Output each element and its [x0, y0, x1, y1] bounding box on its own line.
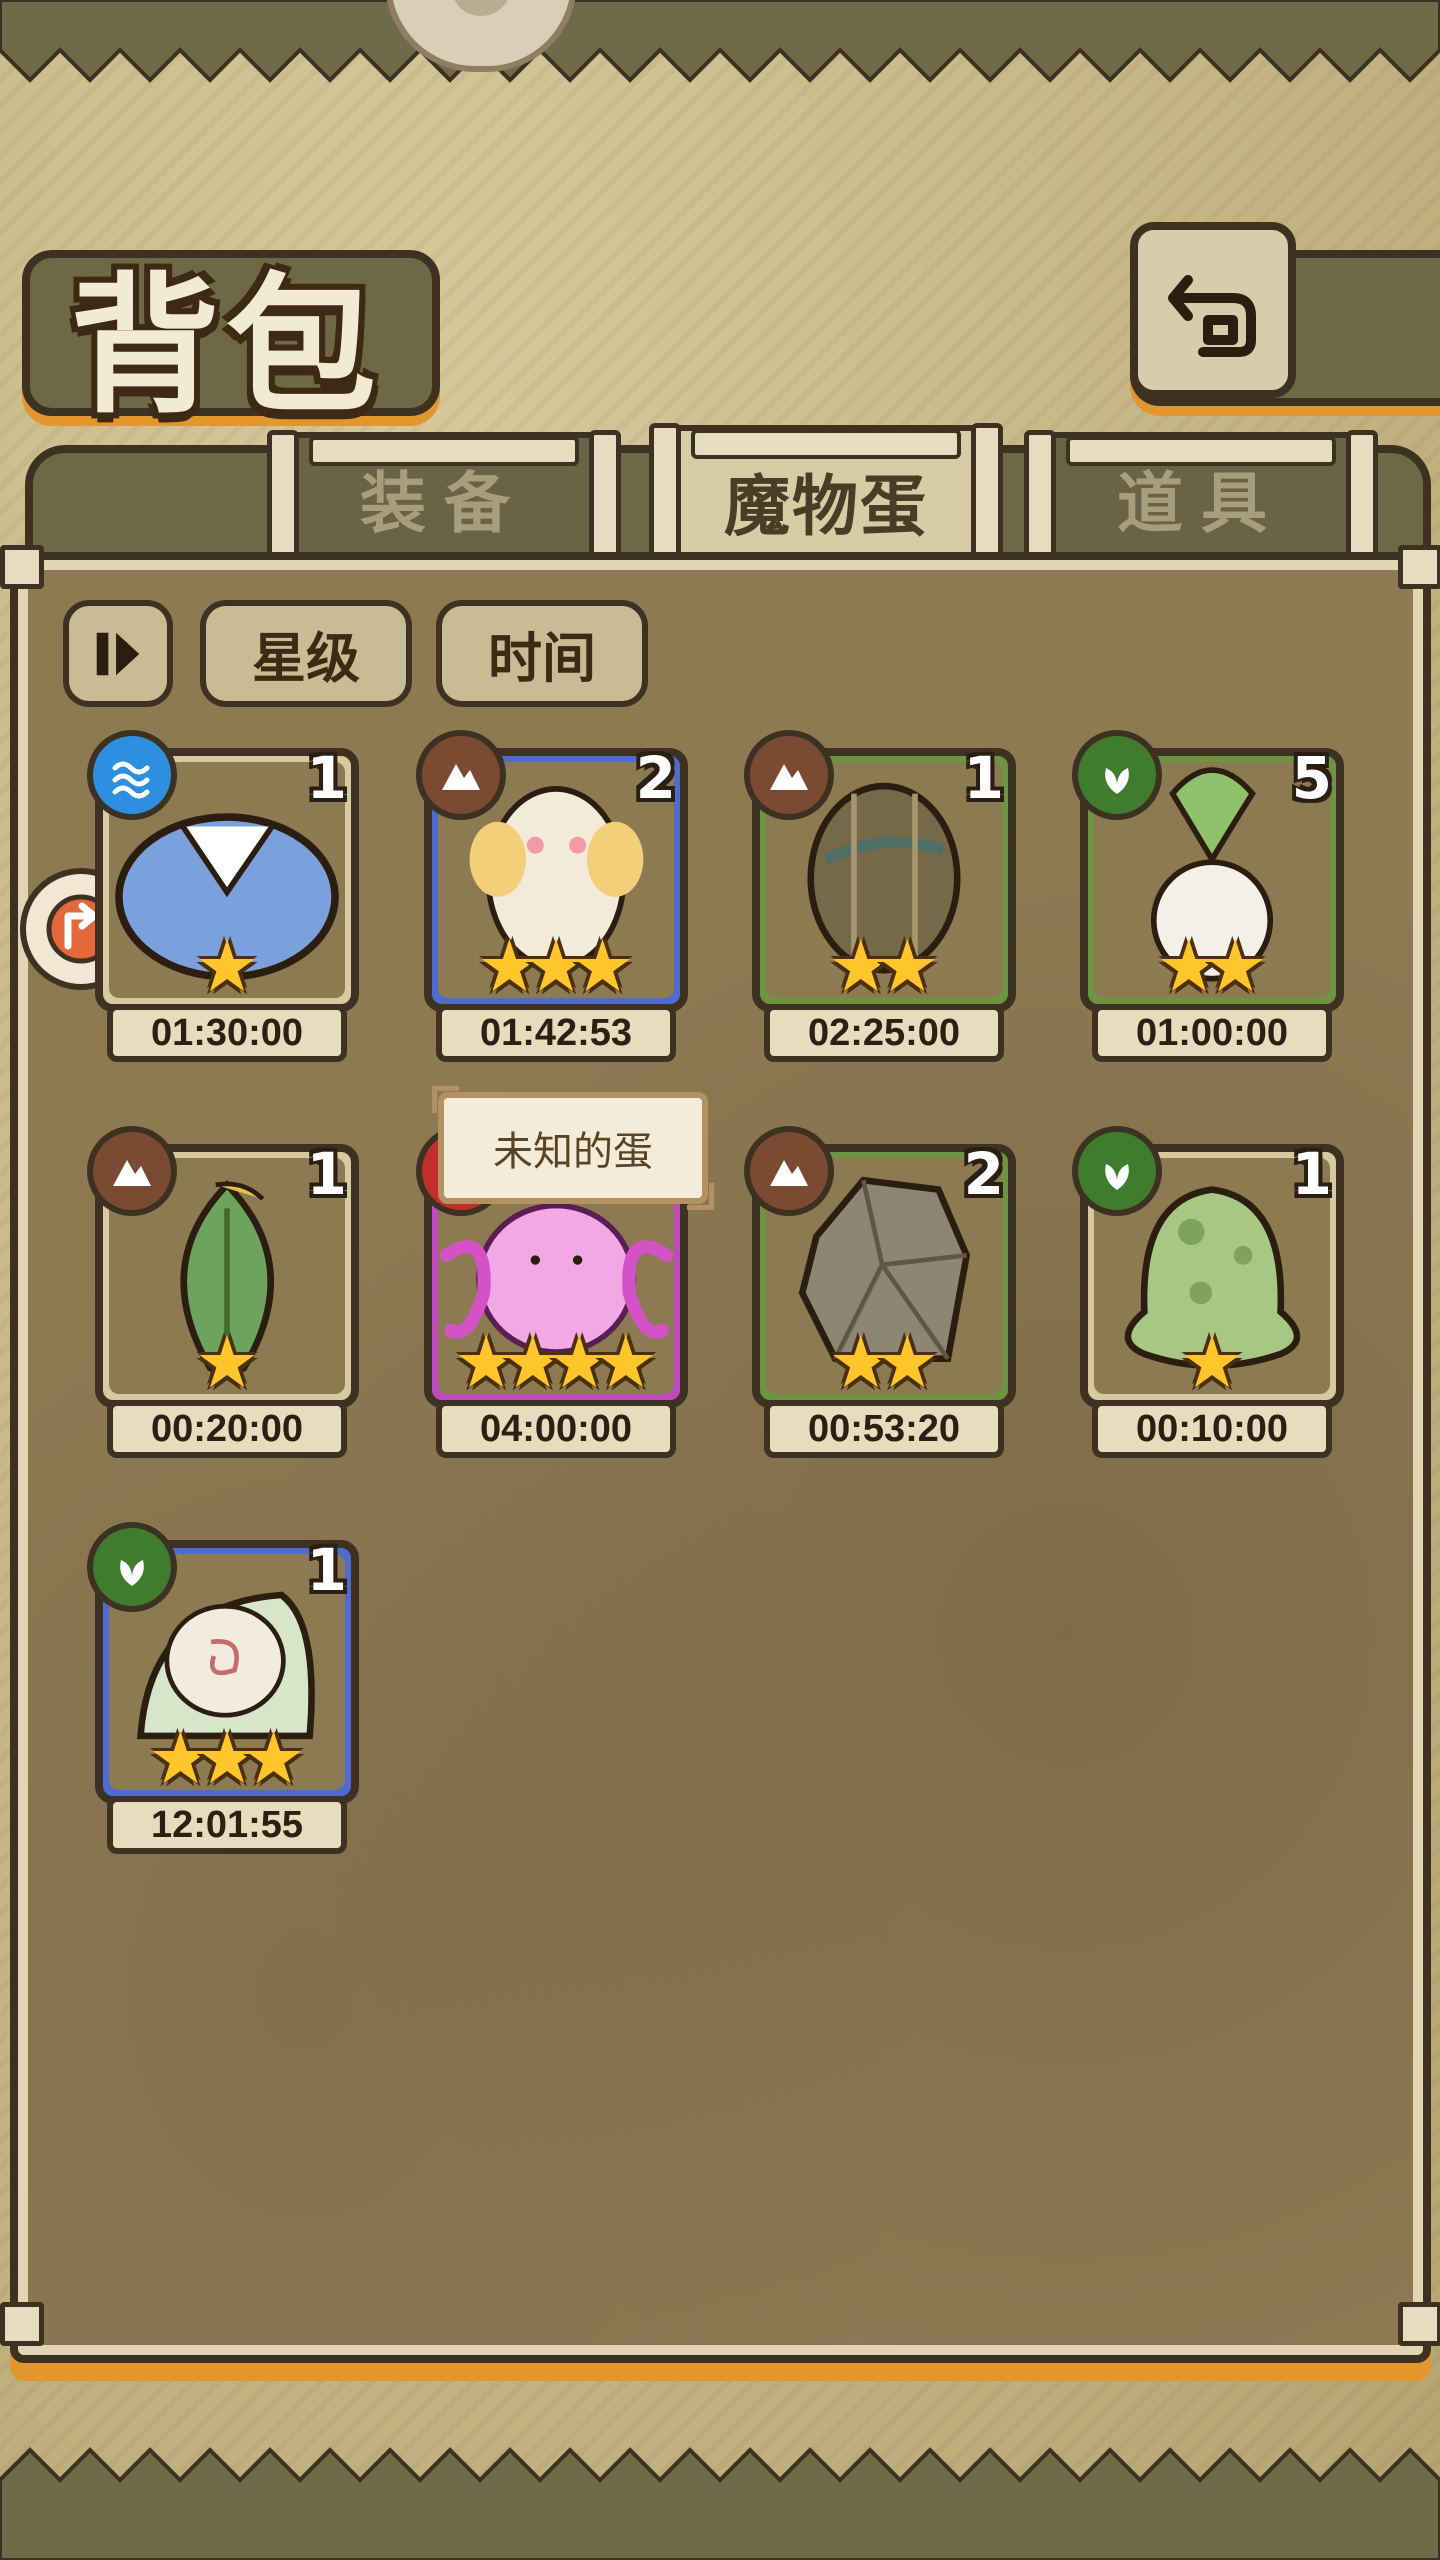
- egg-star-rating: ★ ★ ★ ★: [424, 1326, 688, 1398]
- star-icon: ★: [570, 924, 635, 1008]
- egg-star-rating: ★ ★: [1080, 930, 1344, 1002]
- pause-sort-icon: [96, 632, 140, 675]
- star-icon: ★: [593, 1320, 659, 1404]
- egg-hatch-timer: 00:20:00: [107, 1400, 347, 1458]
- egg-count: 2: [963, 1140, 1004, 1208]
- egg-card[interactable]: 1 ★ 00:20:00: [87, 1126, 359, 1464]
- earth-element-icon: [744, 730, 834, 820]
- wood-element-icon: [87, 1522, 177, 1612]
- star-icon: ★: [194, 924, 260, 1008]
- egg-count: 2: [635, 744, 676, 812]
- panel-corner: [1398, 2302, 1440, 2346]
- sort-by-time-button[interactable]: 时间: [436, 600, 648, 707]
- egg-star-rating: ★ ★ ★: [424, 930, 688, 1002]
- return-icon: [1168, 275, 1256, 357]
- earth-element-icon: [416, 730, 506, 820]
- egg-card[interactable]: 1 ★ 00:10:00: [1072, 1126, 1344, 1464]
- egg-card[interactable]: 2 ★ ★ 00:53:20: [744, 1126, 1016, 1464]
- egg-hatch-timer: 02:25:00: [764, 1004, 1004, 1062]
- back-button[interactable]: [1130, 222, 1296, 398]
- star-icon: ★: [875, 924, 940, 1008]
- star-icon: ★: [875, 1320, 940, 1404]
- egg-star-rating: ★ ★ ★: [95, 1722, 359, 1794]
- egg-count: 1: [306, 744, 347, 812]
- egg-tooltip: 未知的蛋: [432, 1086, 714, 1210]
- tab-monster-eggs[interactable]: 魔物蛋: [649, 423, 1003, 577]
- water-element-icon: [87, 730, 177, 820]
- egg-card[interactable]: 2 ★ ★ ★ 01:42:53: [416, 730, 688, 1068]
- egg-card[interactable]: 1 ★ ★ ★ 12:01:55: [87, 1522, 359, 1860]
- egg-count: 1: [963, 744, 1004, 812]
- sort-toggle-button[interactable]: [63, 600, 173, 707]
- egg-count: 5: [1291, 744, 1332, 812]
- wood-element-icon: [1072, 1126, 1162, 1216]
- egg-hatch-timer: 00:53:20: [764, 1400, 1004, 1458]
- wood-element-icon: [1072, 730, 1162, 820]
- star-icon: ★: [1203, 924, 1268, 1008]
- egg-card[interactable]: 1 ★ ★ 02:25:00: [744, 730, 1016, 1068]
- egg-count: 1: [306, 1536, 347, 1604]
- egg-star-rating: ★: [95, 1326, 359, 1398]
- egg-star-rating: ★: [95, 930, 359, 1002]
- sort-by-star-button[interactable]: 星级: [200, 600, 412, 707]
- star-icon: ★: [1179, 1320, 1245, 1404]
- panel-corner: [0, 545, 44, 589]
- egg-star-rating: ★: [1080, 1326, 1344, 1398]
- egg-hatch-timer: 04:00:00: [436, 1400, 676, 1458]
- egg-card[interactable]: 5 ★ ★ 01:00:00: [1072, 730, 1344, 1068]
- earth-element-icon: [744, 1126, 834, 1216]
- top-zigzag-border: [0, 0, 1440, 83]
- egg-star-rating: ★ ★: [752, 1326, 1016, 1398]
- panel-corner: [0, 2302, 44, 2346]
- egg-hatch-timer: 01:42:53: [436, 1004, 676, 1062]
- egg-count: 1: [306, 1140, 347, 1208]
- egg-count: 1: [1291, 1140, 1332, 1208]
- tab-items[interactable]: 道具: [1024, 430, 1378, 572]
- star-icon: ★: [241, 1716, 306, 1800]
- egg-hatch-timer: 01:30:00: [107, 1004, 347, 1062]
- egg-hatch-timer: 12:01:55: [107, 1796, 347, 1854]
- star-icon: ★: [194, 1320, 260, 1404]
- egg-hatch-timer: 00:10:00: [1092, 1400, 1332, 1458]
- egg-card[interactable]: 1 ★ 01:30:00: [87, 730, 359, 1068]
- egg-star-rating: ★ ★: [752, 930, 1016, 1002]
- earth-element-icon: [87, 1126, 177, 1216]
- page-title: 背包: [70, 258, 383, 434]
- egg-hatch-timer: 01:00:00: [1092, 1004, 1332, 1062]
- panel-corner: [1398, 545, 1440, 589]
- bottom-zigzag-border: [0, 2447, 1440, 2560]
- tab-monster-eggs-label: 魔物蛋: [724, 468, 928, 545]
- tab-equipment[interactable]: 装备: [267, 430, 621, 572]
